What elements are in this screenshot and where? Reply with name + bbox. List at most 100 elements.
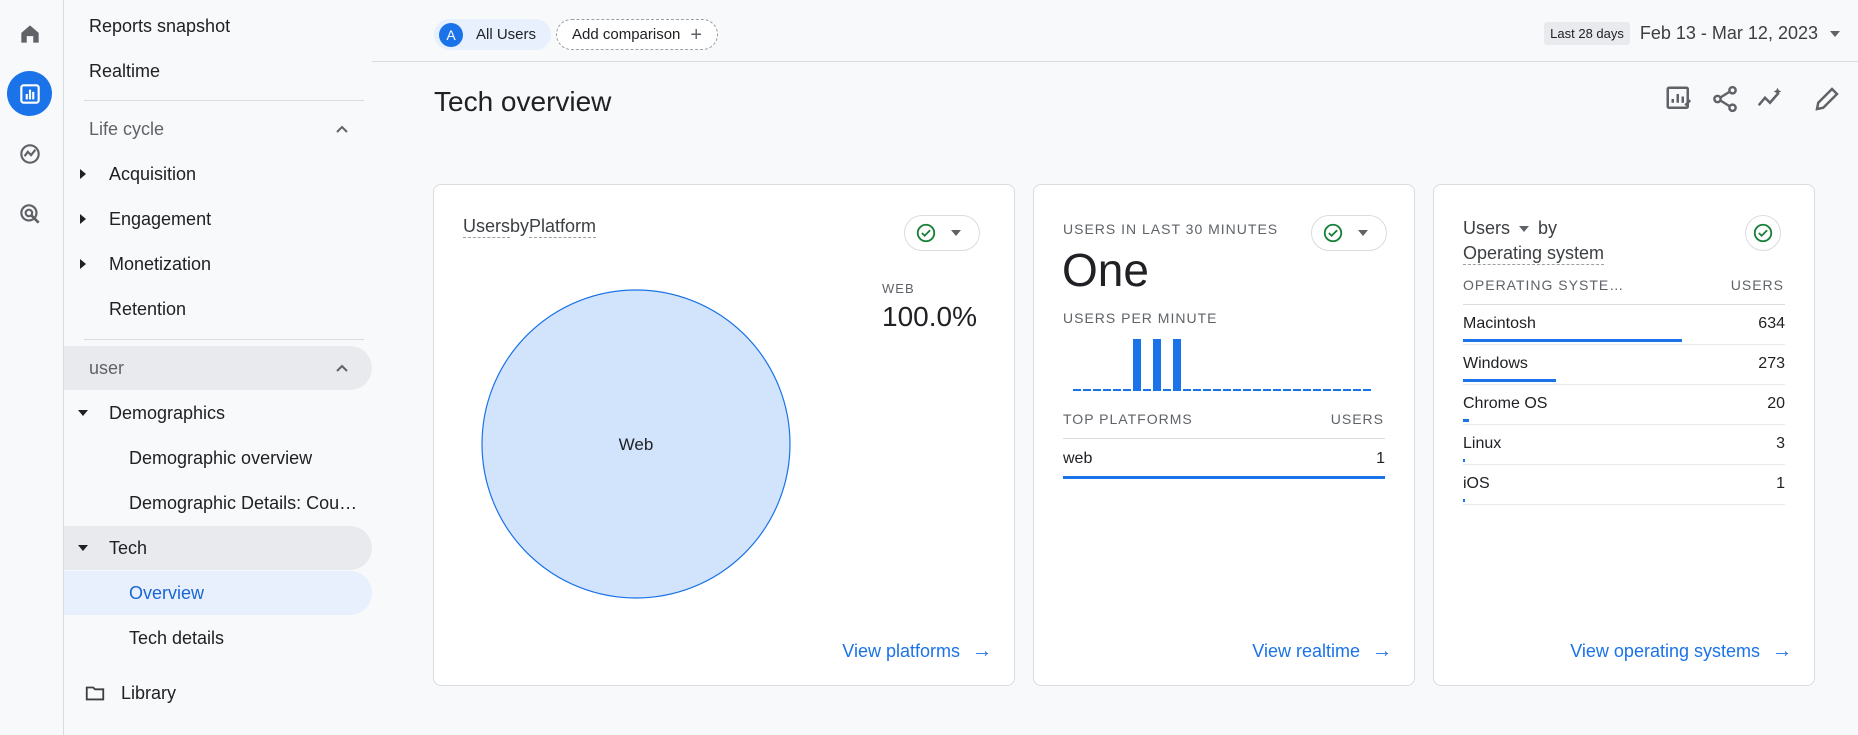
nav-demographic-details-label: Demographic Details: Cou… [129,492,358,513]
table-row[interactable]: Chrome OS 20 [1463,385,1785,425]
row-share-bar [1063,476,1385,479]
date-range-picker[interactable]: Last 28 days Feb 13 - Mar 12, 2023 [1544,22,1840,45]
per-minute-bar[interactable] [1273,389,1281,391]
view-realtime-label: View realtime [1252,641,1360,661]
caret-down-icon[interactable] [1519,226,1530,233]
nav-acquisition[interactable]: Acquisition [64,152,372,196]
insights-icon[interactable] [1755,84,1785,114]
users-column-header: USERS [1330,411,1384,427]
per-minute-bar[interactable] [1193,389,1201,391]
card-status-dropdown[interactable] [1311,215,1387,251]
per-minute-bar[interactable] [1123,389,1131,391]
home-icon[interactable] [7,11,52,56]
nav-retention-label: Retention [109,298,187,319]
per-minute-bar[interactable] [1313,389,1321,391]
per-minute-bar[interactable] [1163,389,1171,391]
caret-right-icon [80,169,86,179]
nav-retention[interactable]: Retention [64,287,372,331]
nav-library[interactable]: Library [64,671,372,715]
per-minute-bar[interactable] [1203,389,1211,391]
per-minute-bar[interactable] [1143,389,1151,391]
per-minute-bar[interactable] [1303,389,1311,391]
nav-reports-snapshot[interactable]: Reports snapshot [64,4,372,48]
per-minute-bar[interactable] [1343,389,1351,391]
nav-demographic-details[interactable]: Demographic Details: Cou… [64,481,372,525]
per-minute-bar[interactable] [1333,389,1341,391]
card-status-button[interactable] [1745,215,1781,251]
per-minute-bar[interactable] [1183,389,1191,391]
realtime-card: USERS IN LAST 30 MINUTES One USERS PER M… [1033,184,1415,686]
caret-down-icon [78,545,88,551]
dimension-selector[interactable]: Operating system [1463,243,1605,265]
view-os-label: View operating systems [1570,641,1760,661]
per-minute-bar[interactable] [1323,389,1331,391]
view-realtime-link[interactable]: View realtime → [1252,640,1392,663]
per-minute-bar[interactable] [1283,389,1291,391]
table-row[interactable]: web 1 [1063,439,1385,479]
nav-section-lifecycle[interactable]: Life cycle [64,107,372,151]
reports-icon[interactable] [7,71,52,116]
date-range-text: Feb 13 - Mar 12, 2023 [1639,23,1818,43]
os-name: iOS [1463,475,1490,492]
users-per-minute-chart [1073,339,1371,391]
table-row[interactable]: Windows 273 [1463,345,1785,385]
per-minute-bar[interactable] [1363,389,1371,391]
dimension-selector[interactable]: Platform [529,216,597,238]
nav-tech[interactable]: Tech [64,526,372,570]
per-minute-bar[interactable] [1213,389,1221,391]
nav-demographics[interactable]: Demographics [64,391,372,435]
folder-icon [85,686,105,701]
metric-selector[interactable]: Users [1463,218,1510,238]
chevron-up-icon [336,125,348,133]
customize-report-icon[interactable] [1664,84,1694,114]
per-minute-bar[interactable] [1093,389,1101,391]
view-os-link[interactable]: View operating systems → [1570,640,1792,663]
caret-down-icon [951,230,961,236]
os-share-bar [1463,419,1469,422]
per-minute-bar[interactable] [1083,389,1091,391]
table-row[interactable]: iOS 1 [1463,465,1785,505]
table-row[interactable]: Linux 3 [1463,425,1785,465]
per-minute-bar[interactable] [1233,389,1241,391]
card-status-dropdown[interactable] [904,215,980,251]
per-minute-bar[interactable] [1133,339,1141,391]
per-minute-bar[interactable] [1113,389,1121,391]
all-users-chip[interactable]: A All Users [434,19,552,50]
nav-divider [84,339,364,340]
os-card-title: Users by Operating system [1463,216,1605,266]
edit-pencil-icon[interactable] [1812,84,1842,114]
nav-library-label: Library [121,682,177,703]
nav-engagement[interactable]: Engagement [64,197,372,241]
nav-tech-details[interactable]: Tech details [64,616,372,660]
top-platforms-header: TOP PLATFORMS [1063,411,1193,427]
nav-demographic-overview[interactable]: Demographic overview [64,436,372,480]
per-minute-bar[interactable] [1223,389,1231,391]
metric-selector[interactable]: Users [463,216,511,238]
nav-section-user[interactable]: user [64,346,372,390]
per-minute-bar[interactable] [1353,389,1361,391]
explore-icon[interactable] [7,131,52,176]
plus-icon: + [690,23,703,46]
os-users: 20 [1767,395,1785,412]
per-minute-bar[interactable] [1263,389,1271,391]
per-minute-bar[interactable] [1243,389,1251,391]
platform-pie-chart: Web [481,289,791,599]
share-icon[interactable] [1710,84,1740,114]
advertising-icon[interactable] [7,191,52,236]
per-minute-bar[interactable] [1253,389,1261,391]
per-minute-bar[interactable] [1073,389,1081,391]
per-minute-bar[interactable] [1153,339,1161,391]
view-platforms-link[interactable]: View platforms → [842,640,992,663]
nav-realtime[interactable]: Realtime [64,49,372,93]
add-comparison-button[interactable]: Add comparison + [556,19,719,50]
check-circle-icon [916,223,936,243]
chevron-up-icon [336,364,348,372]
realtime-users-value: One [1062,244,1149,296]
table-row[interactable]: Macintosh 634 [1463,305,1785,345]
per-minute-bar[interactable] [1173,339,1181,391]
nav-tech-overview[interactable]: Overview [64,571,372,615]
view-platforms-label: View platforms [842,641,960,661]
per-minute-bar[interactable] [1293,389,1301,391]
nav-monetization[interactable]: Monetization [64,242,372,286]
per-minute-bar[interactable] [1103,389,1111,391]
